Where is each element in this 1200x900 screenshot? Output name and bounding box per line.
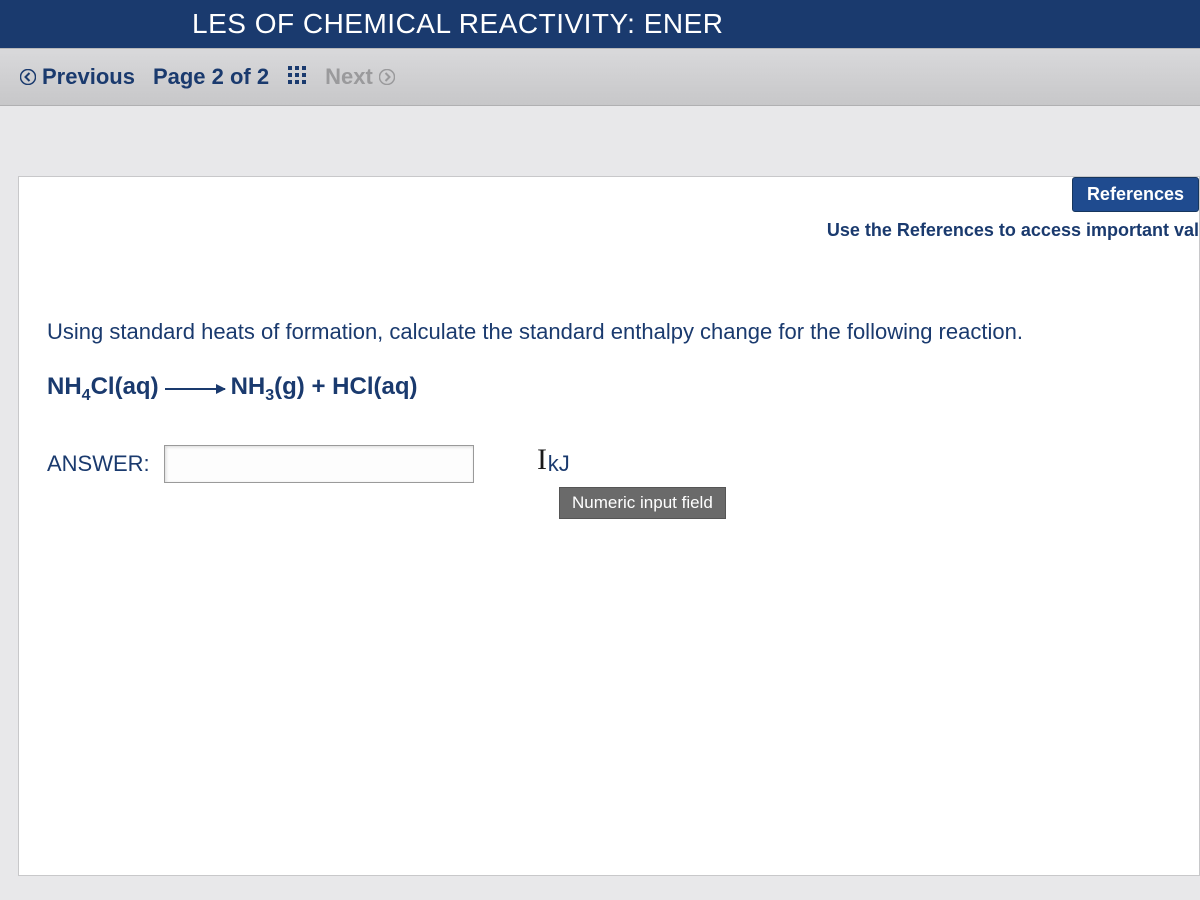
references-button[interactable]: References: [1072, 177, 1199, 212]
next-label: Next: [325, 64, 373, 90]
app-header: LES OF CHEMICAL REACTIVITY: ENER: [0, 0, 1200, 48]
input-tooltip: Numeric input field: [559, 487, 726, 519]
question-content: Using standard heats of formation, calcu…: [47, 319, 1171, 483]
answer-unit: kJ: [548, 451, 570, 477]
references-hint: Use the References to access important v…: [827, 220, 1199, 241]
chevron-left-icon: [20, 69, 36, 85]
header-title: LES OF CHEMICAL REACTIVITY: ENER: [192, 8, 724, 40]
previous-button[interactable]: Previous: [20, 64, 135, 90]
answer-row: ANSWER: I kJ Numeric input field: [47, 445, 1171, 483]
next-button: Next: [325, 64, 395, 90]
chevron-right-icon: [379, 69, 395, 85]
page-indicator: Page 2 of 2: [153, 64, 269, 90]
answer-input[interactable]: [164, 445, 474, 483]
previous-label: Previous: [42, 64, 135, 90]
page-nav-bar: Previous Page 2 of 2 Next: [0, 48, 1200, 106]
references-block: References Use the References to access …: [827, 177, 1199, 241]
text-cursor-icon: I: [537, 443, 547, 477]
question-prompt: Using standard heats of formation, calcu…: [47, 319, 1171, 345]
equation-reactant: NH4Cl(aq): [47, 373, 159, 405]
chemical-equation: NH4Cl(aq) NH3(g) + HCl(aq): [47, 373, 1171, 405]
question-panel: References Use the References to access …: [18, 176, 1200, 876]
reaction-arrow-icon: [165, 388, 225, 390]
equation-product: NH3(g) + HCl(aq): [231, 373, 418, 405]
answer-label: ANSWER:: [47, 451, 150, 477]
grid-icon[interactable]: [287, 65, 307, 89]
